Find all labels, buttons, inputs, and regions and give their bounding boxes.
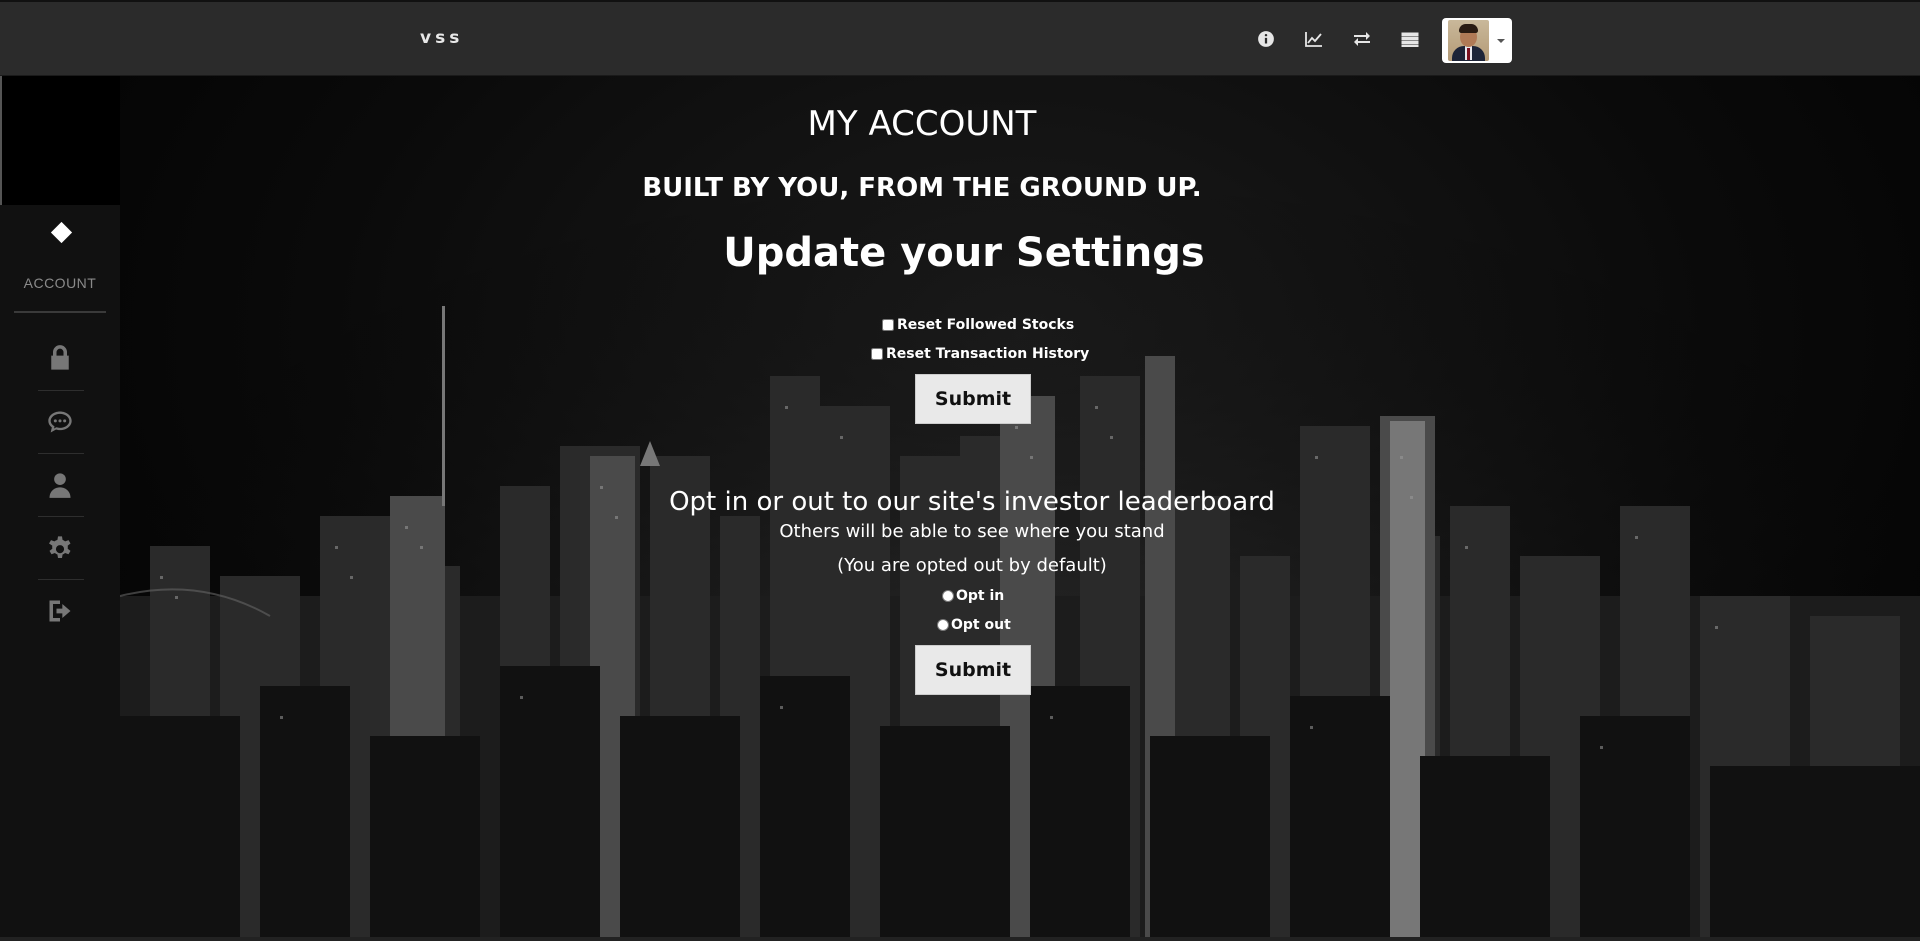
page-tagline: BUILT BY YOU, FROM THE GROUND UP. [642,173,1202,203]
opt-in-radio-row[interactable]: Opt in [942,588,1004,604]
settings-heading: Update your Settings [723,230,1205,276]
reset-followed-stocks-checkbox[interactable] [882,319,894,331]
reset-transaction-history-label: Reset Transaction History [886,346,1090,362]
settings-submit-button[interactable]: Submit [915,374,1031,424]
exchange-icon[interactable] [1348,24,1375,54]
opt-in-radio[interactable] [942,590,954,602]
sidebar-item-chat[interactable] [38,391,82,453]
avatar [1448,20,1489,61]
opt-in-label: Opt in [956,588,1005,604]
reset-transaction-history-checkbox-row[interactable]: Reset Transaction History [871,346,1089,362]
leaderboard-default-note: (You are opted out by default) [837,555,1107,576]
reset-transaction-history-checkbox[interactable] [871,348,883,360]
page-title: MY ACCOUNT [807,104,1037,144]
leaderboard-heading: Opt in or out to our site's investor lea… [669,487,1275,517]
chat-icon [48,411,72,433]
sidebar-item-lock[interactable] [38,327,82,389]
info-icon[interactable] [1252,24,1279,54]
bottom-edge-line [0,937,1920,941]
brand-logo[interactable]: vss [420,28,463,48]
list-icon[interactable] [1396,24,1423,54]
reset-followed-stocks-checkbox-row[interactable]: Reset Followed Stocks [882,317,1074,333]
reset-followed-stocks-label: Reset Followed Stocks [897,317,1075,333]
lock-icon [51,345,69,370]
sign-out-icon [49,600,71,622]
chevron-down-icon [1497,38,1505,43]
top-navbar: vss [0,0,1920,76]
opt-out-radio[interactable] [937,619,949,631]
user-avatar-dropdown[interactable] [1442,18,1512,63]
sidebar-item-logout[interactable] [38,580,82,642]
line-chart-icon[interactable] [1300,24,1327,54]
opt-out-label: Opt out [951,617,1011,633]
sidebar-header-label: ACCOUNT [23,275,97,291]
leaderboard-description: Others will be able to see where you sta… [779,521,1165,542]
nav-icon-group [1252,24,1423,54]
leaderboard-submit-button[interactable]: Submit [915,645,1031,695]
opt-out-radio-row[interactable]: Opt out [937,617,1011,633]
